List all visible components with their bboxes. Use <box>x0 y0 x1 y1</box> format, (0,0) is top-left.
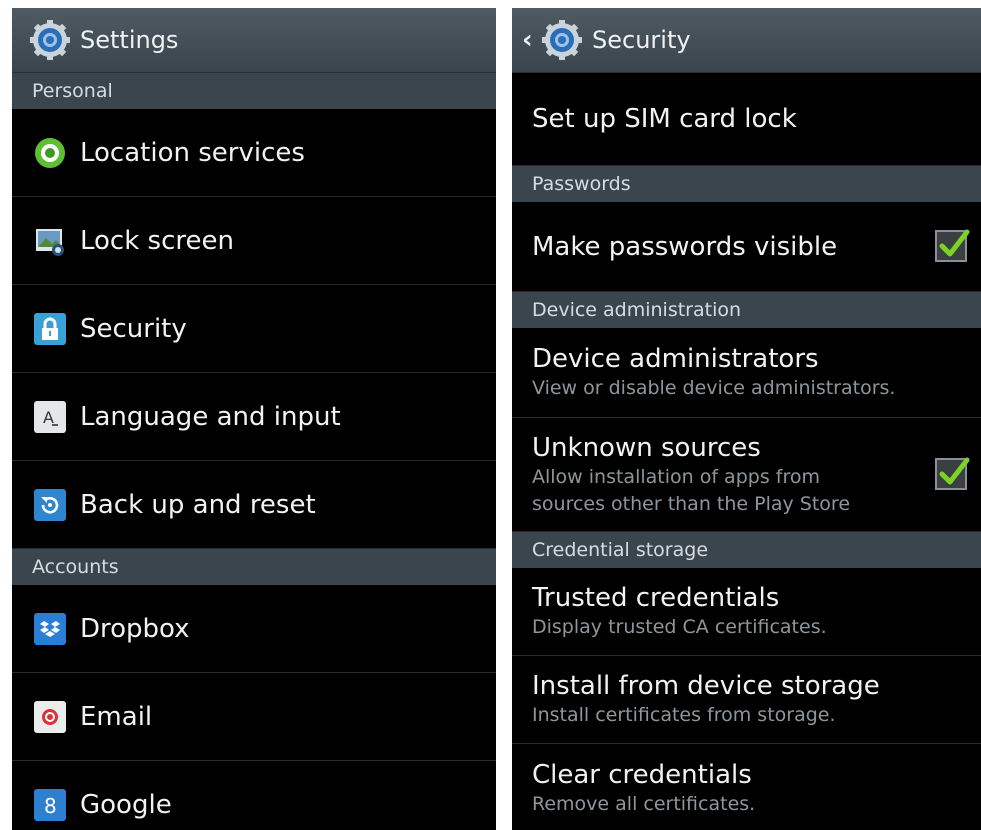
email-icon <box>34 700 66 733</box>
item-summary-line-1: Allow installation of apps from <box>532 465 820 488</box>
back-arrow-icon[interactable]: ‹ <box>522 25 536 55</box>
location-icon <box>34 137 66 169</box>
item-summary: Remove all certificates. <box>532 792 756 815</box>
item-label: Make passwords visible <box>532 231 838 262</box>
trusted-credentials[interactable]: Trusted credentials Display trusted CA c… <box>512 568 981 656</box>
item-label: Location services <box>80 137 305 168</box>
device-administrators[interactable]: Device administrators View or disable de… <box>512 328 981 418</box>
backup-icon <box>34 488 66 521</box>
checkmark-icon <box>939 229 970 256</box>
settings-item-language-and-input[interactable]: A Language and input <box>12 373 496 461</box>
item-label: Unknown sources <box>532 432 761 463</box>
settings-item-google[interactable]: 8 Google <box>12 761 496 830</box>
item-summary: Install certificates from storage. <box>532 704 836 726</box>
clear-credentials[interactable]: Clear credentials Remove all certificate… <box>512 744 981 830</box>
settings-item-lock-screen[interactable]: Lock screen <box>12 197 496 285</box>
item-label: Trusted credentials <box>532 583 780 613</box>
make-passwords-visible-checkbox[interactable] <box>935 229 970 262</box>
settings-item-email[interactable]: Email <box>12 673 496 761</box>
item-label: Set up SIM card lock <box>532 104 797 134</box>
unknown-sources[interactable]: Unknown sources Allow installation of ap… <box>512 418 981 532</box>
svg-text:8: 8 <box>44 794 57 817</box>
settings-item-dropbox[interactable]: Dropbox <box>12 585 496 673</box>
item-summary: View or disable device administrators. <box>532 377 896 399</box>
settings-action-bar: Settings <box>12 8 496 73</box>
settings-gear-icon[interactable] <box>542 20 582 60</box>
padlock-icon <box>34 312 66 345</box>
item-summary-line-2: sources other than the Play Store <box>532 492 851 515</box>
dropbox-icon <box>34 612 66 645</box>
lock-screen-icon <box>34 225 66 257</box>
section-header-device-administration: Device administration <box>512 292 981 328</box>
settings-panel: Settings Personal Location services Lock… <box>12 8 496 830</box>
settings-item-back-up-and-reset[interactable]: Back up and reset <box>12 461 496 549</box>
item-label: Language and input <box>80 401 341 432</box>
item-label: Device administrators <box>532 344 819 374</box>
section-header-passwords: Passwords <box>512 166 981 202</box>
section-header-personal: Personal <box>12 73 496 109</box>
item-label: Email <box>80 701 153 732</box>
item-label: Lock screen <box>80 225 234 256</box>
settings-gear-icon <box>30 20 70 60</box>
unknown-sources-checkbox[interactable] <box>935 457 970 490</box>
set-up-sim-card-lock[interactable]: Set up SIM card lock <box>512 73 981 166</box>
make-passwords-visible[interactable]: Make passwords visible <box>512 202 981 292</box>
install-from-device-storage[interactable]: Install from device storage Install cert… <box>512 656 981 744</box>
item-label: Dropbox <box>80 613 190 644</box>
item-summary: Display trusted CA certificates. <box>532 616 827 638</box>
page-title: Settings <box>80 26 179 54</box>
item-label: Clear credentials <box>532 759 752 790</box>
settings-item-location-services[interactable]: Location services <box>12 109 496 197</box>
security-panel: ‹ Security Set up SIM card lock Password… <box>512 8 981 830</box>
page-title: Security <box>592 26 691 54</box>
language-icon: A <box>34 400 66 433</box>
security-action-bar: ‹ Security <box>512 8 981 73</box>
item-label: Security <box>80 313 187 344</box>
item-label: Back up and reset <box>80 489 316 520</box>
settings-item-security[interactable]: Security <box>12 285 496 373</box>
section-header-credential-storage: Credential storage <box>512 532 981 568</box>
item-label: Google <box>80 790 172 820</box>
section-header-accounts: Accounts <box>12 549 496 585</box>
item-label: Install from device storage <box>532 671 880 701</box>
checkmark-icon <box>939 457 970 484</box>
google-icon: 8 <box>34 789 66 821</box>
